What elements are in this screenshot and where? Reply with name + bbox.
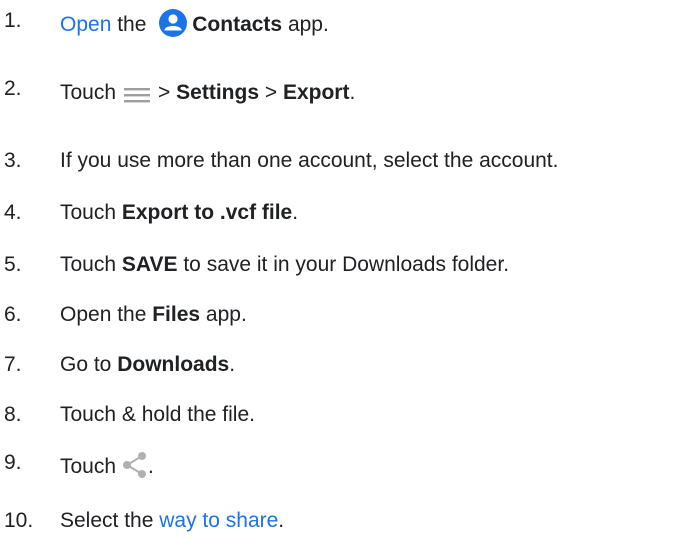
step-2: 2. Touch > Settings > Export.	[0, 77, 696, 108]
step-number: 10.	[4, 509, 34, 532]
text-run: .	[292, 201, 299, 224]
text-run: >	[158, 81, 177, 104]
text-run: .	[349, 81, 356, 104]
text-run: Touch	[60, 455, 117, 478]
step-number: 2.	[4, 77, 22, 100]
downloads-label: Downloads	[117, 353, 230, 376]
export-vcf-label: Export to .vcf file	[121, 201, 293, 224]
step-10: 10. Select the way to share.	[0, 506, 696, 536]
step-text: If you use more than one account, select…	[60, 149, 559, 172]
step-8: 8. Touch & hold the file.	[0, 400, 696, 430]
files-label: Files	[152, 303, 201, 326]
contacts-app-icon	[158, 8, 188, 38]
step-text: Go to Downloads.	[60, 350, 235, 380]
step-text: Touch Export to .vcf file.	[60, 198, 298, 228]
step-text: Open the Files app.	[60, 300, 247, 330]
export-label: Export	[282, 81, 350, 104]
text-run: to save it in your Downloads folder.	[177, 253, 510, 276]
contacts-label: Contacts	[192, 13, 283, 36]
step-5: 5. Touch SAVE to save it in your Downloa…	[0, 250, 696, 280]
text-run: .	[229, 353, 236, 376]
text-run: Open the	[60, 303, 153, 326]
open-contacts-link[interactable]: Open	[60, 13, 111, 36]
text-run: app.	[282, 13, 329, 36]
step-4: 4. Touch Export to .vcf file.	[0, 198, 696, 228]
step-1: 1. Open the Contacts app.	[0, 8, 696, 40]
share-icon	[122, 450, 148, 480]
step-3: 3. If you use more than one account, sel…	[0, 146, 696, 176]
step-number: 5.	[4, 253, 22, 276]
step-number: 7.	[4, 353, 22, 376]
step-number: 6.	[4, 303, 22, 326]
text-run: app.	[200, 303, 247, 326]
text-run: Touch	[60, 81, 117, 104]
text-run: >	[259, 81, 283, 104]
step-text: Select the way to share.	[60, 506, 284, 536]
text-run: Touch	[60, 201, 122, 224]
step-number: 9.	[4, 451, 22, 474]
text-run: .	[148, 455, 154, 478]
step-number: 8.	[4, 403, 22, 426]
step-text: Open the Contacts app.	[60, 8, 329, 40]
step-text: Touch & hold the file.	[60, 403, 255, 426]
step-7: 7. Go to Downloads.	[0, 350, 696, 380]
step-text: Touch SAVE to save it in your Downloads …	[60, 250, 509, 280]
text-run: the	[111, 13, 153, 36]
menu-icon	[124, 83, 151, 103]
step-9: 9. Touch.	[0, 451, 696, 482]
text-run: .	[278, 509, 285, 532]
step-6: 6. Open the Files app.	[0, 300, 696, 330]
step-text: Touch > Settings > Export.	[60, 78, 355, 108]
step-number: 1.	[4, 9, 22, 32]
step-number: 3.	[4, 149, 22, 172]
text-run: Go to	[60, 353, 118, 376]
save-label: SAVE	[121, 253, 178, 276]
text-run: Select the	[60, 509, 160, 532]
way-to-share-link[interactable]: way to share	[159, 509, 278, 532]
step-text: Touch.	[60, 452, 154, 482]
text-run: Touch	[60, 253, 122, 276]
settings-label: Settings	[176, 81, 259, 104]
step-number: 4.	[4, 201, 22, 224]
